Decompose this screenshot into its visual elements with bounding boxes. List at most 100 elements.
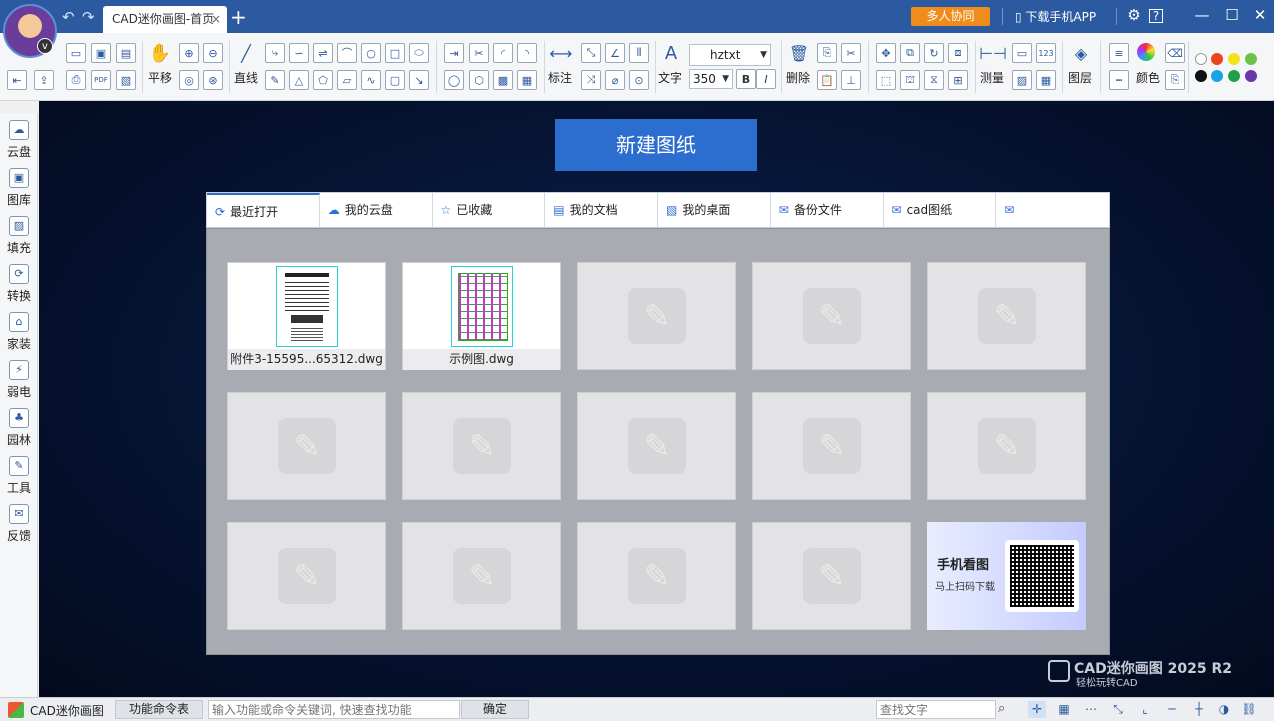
ruler-icon[interactable]: ⊢⊣ <box>979 43 1007 63</box>
hand-pan-icon[interactable]: ✋ <box>149 43 171 64</box>
line-tool-icon[interactable]: ╱ <box>236 43 256 63</box>
number-icon[interactable]: 123 <box>1036 43 1056 63</box>
bold-button[interactable]: B <box>736 69 756 89</box>
cut-icon[interactable]: ✂ <box>841 43 861 63</box>
stamp-icon[interactable]: ⊥ <box>841 70 861 90</box>
font-select[interactable]: hztxt ▼ <box>689 44 771 66</box>
confirm-button[interactable]: 确定 <box>461 700 529 719</box>
add-tab-icon[interactable]: + <box>230 5 247 29</box>
tab-recent[interactable]: ⟳ 最近打开 <box>207 193 320 227</box>
tab-my-cloud[interactable]: ☁ 我的云盘 <box>320 193 433 227</box>
chamfer-icon[interactable]: ◝ <box>517 43 537 63</box>
mirror-icon[interactable]: ⧖ <box>924 70 944 90</box>
annotate-label[interactable]: 标注 <box>548 69 572 86</box>
spline-icon[interactable]: ∽ <box>289 43 309 63</box>
polyline-icon[interactable]: ⤷ <box>265 43 285 63</box>
minimize-icon[interactable]: — <box>1192 6 1212 24</box>
radius-dim-icon[interactable]: ⤨ <box>581 70 601 90</box>
maximize-icon[interactable]: ☐ <box>1222 6 1242 24</box>
open-file-icon[interactable]: ▭ <box>66 43 86 63</box>
sidebar-item-convert[interactable]: ⟳ 转换 <box>0 264 38 304</box>
link-icon[interactable]: ⛓ <box>1240 701 1258 718</box>
scale-icon[interactable]: ⧉ <box>900 43 920 63</box>
line-label[interactable]: 直线 <box>234 69 258 86</box>
image-export-icon[interactable]: ▧ <box>116 70 136 90</box>
recent-file-card[interactable]: 示例图.dwg <box>402 262 561 370</box>
color-swatch-dark-green[interactable] <box>1228 70 1240 82</box>
sidebar-item-cloud[interactable]: ☁ 云盘 <box>0 120 38 160</box>
double-line-icon[interactable]: ⇌ <box>313 43 333 63</box>
eraser-icon[interactable]: ⌫ <box>1165 43 1185 63</box>
italic-button[interactable]: I <box>756 69 776 89</box>
offset-icon[interactable]: ◯ <box>444 70 464 90</box>
line-weight-icon[interactable]: ≡ <box>1109 43 1129 63</box>
polar-icon[interactable]: ⤡ <box>1109 701 1127 718</box>
coordinate-dim-icon[interactable]: ⊙ <box>629 70 649 90</box>
sidebar-item-gallery[interactable]: ▣ 图库 <box>0 168 38 208</box>
sidebar-item-feedback[interactable]: ✉ 反馈 <box>0 504 38 544</box>
crosshair-icon[interactable]: ┼ <box>1190 701 1208 718</box>
layer-label[interactable]: 图层 <box>1068 69 1092 86</box>
match-props-icon[interactable]: ⎘ <box>1165 70 1185 90</box>
tab-my-documents[interactable]: ▤ 我的文档 <box>545 193 658 227</box>
table-icon[interactable]: ▦ <box>1036 70 1056 90</box>
stretch-icon[interactable]: ⬚ <box>876 70 896 90</box>
fillet-icon[interactable]: ◜ <box>493 43 513 63</box>
sidebar-item-tools[interactable]: ✎ 工具 <box>0 456 38 496</box>
grid-icon[interactable]: ▦ <box>1055 701 1073 718</box>
command-search-input[interactable] <box>208 700 460 719</box>
aligned-dim-icon[interactable]: ⤡ <box>581 43 601 63</box>
trash-icon[interactable]: 🗑 <box>789 43 809 63</box>
extend-icon[interactable]: ⇥ <box>444 43 464 63</box>
back-icon[interactable]: ↶ <box>62 8 75 26</box>
group-icon[interactable]: ⊞ <box>948 70 968 90</box>
measure-label[interactable]: 测量 <box>980 69 1004 86</box>
angle-dim-icon[interactable]: ∠ <box>605 43 625 63</box>
tab-cad-drawings[interactable]: ✉ cad图纸 <box>884 193 997 227</box>
hatch-icon[interactable]: ▩ <box>493 70 513 90</box>
color-wheel-icon[interactable] <box>1137 43 1155 61</box>
copy-icon[interactable]: ⎘ <box>817 43 837 63</box>
diameter-dim-icon[interactable]: ⌀ <box>605 70 625 90</box>
rotate-icon[interactable]: ↻ <box>924 43 944 63</box>
collab-button[interactable]: 多人协同 <box>911 7 990 26</box>
continuous-dim-icon[interactable]: ⫴ <box>629 43 649 63</box>
block-icon[interactable]: ⛫ <box>900 70 920 90</box>
tab-favorites[interactable]: ☆ 已收藏 <box>433 193 546 227</box>
mobile-download-promo[interactable]: 手机看图 马上扫码下载 <box>927 522 1086 630</box>
close-icon[interactable]: × <box>211 6 221 33</box>
close-window-icon[interactable]: ✕ <box>1250 6 1270 24</box>
sidebar-item-garden[interactable]: ♣ 园林 <box>0 408 38 448</box>
arc-icon[interactable]: ⌒ <box>337 43 357 63</box>
zoom-window-icon[interactable]: ◎ <box>179 70 199 90</box>
picture-icon[interactable]: ▨ <box>1012 70 1032 90</box>
snap-icon[interactable]: ✛ <box>1028 701 1046 718</box>
text-tool-icon[interactable]: A <box>661 43 681 64</box>
zoom-extent-icon[interactable]: ⊛ <box>203 70 223 90</box>
forward-icon[interactable]: ↷ <box>82 8 95 26</box>
recent-file-card[interactable]: 附件3-15595...65312.dwg <box>227 262 386 370</box>
trim-icon[interactable]: ✂ <box>469 43 489 63</box>
color-swatch-red[interactable] <box>1211 53 1223 65</box>
curve-icon[interactable]: ∿ <box>361 70 381 90</box>
color-label[interactable]: 颜色 <box>1136 69 1160 86</box>
color-swatch-purple[interactable] <box>1245 70 1257 82</box>
exit-icon[interactable]: ⇤ <box>7 70 27 90</box>
search-icon[interactable]: ⌕ <box>998 701 1005 716</box>
move-icon[interactable]: ✥ <box>876 43 896 63</box>
save-as-icon[interactable]: ▤ <box>116 43 136 63</box>
download-app-button[interactable]: ▯ 下载手机APP <box>1015 8 1096 25</box>
export-icon[interactable]: ⇪ <box>34 70 54 90</box>
insert-image-icon[interactable]: ▦ <box>517 70 537 90</box>
area-measure-icon[interactable]: ▭ <box>1012 43 1032 63</box>
ellipse-icon[interactable]: ⬭ <box>409 43 429 63</box>
help-icon[interactable]: ? <box>1149 9 1163 23</box>
font-size-select[interactable]: 350 ▼ <box>689 69 733 89</box>
circle-icon[interactable]: ○ <box>361 43 381 63</box>
zoom-out-icon[interactable]: ⊖ <box>203 43 223 63</box>
tab-my-desktop[interactable]: ▧ 我的桌面 <box>658 193 771 227</box>
tab-home[interactable]: CAD迷你画图-首页 × <box>103 6 227 33</box>
print-icon[interactable]: ⎙ <box>66 70 86 90</box>
delete-label[interactable]: 删除 <box>786 69 810 86</box>
pan-label[interactable]: 平移 <box>148 69 172 86</box>
